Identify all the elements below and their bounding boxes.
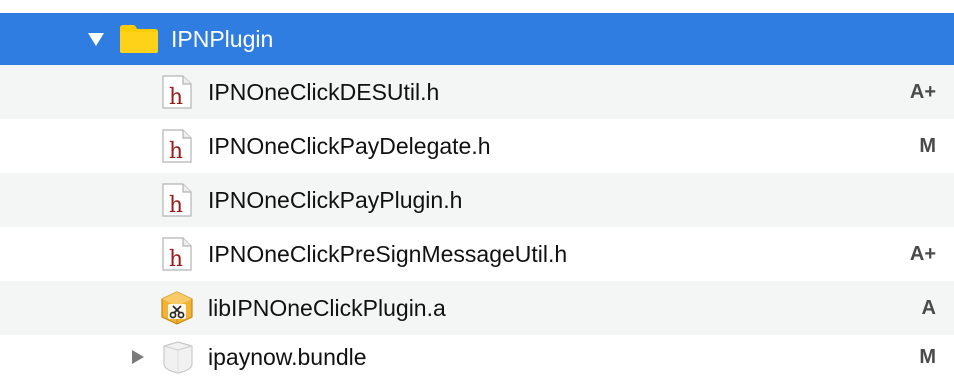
svg-text:h: h [169, 247, 183, 271]
folder-icon [119, 23, 159, 55]
scm-status-badge: M [919, 345, 936, 368]
file-row[interactable]: h IPNOneClickPayPlugin.h [0, 173, 954, 227]
svg-text:h: h [169, 139, 183, 163]
header-file-icon: h [160, 74, 194, 110]
disclosure-triangle-down-icon[interactable] [86, 29, 106, 49]
folder-row-ipnplugin[interactable]: IPNPlugin [0, 13, 954, 65]
scm-status-badge: A+ [909, 242, 936, 265]
file-row[interactable]: h IPNOneClickPayDelegate.h M [0, 119, 954, 173]
header-file-icon: h [160, 236, 194, 272]
bundle-row[interactable]: ipaynow.bundle M [0, 335, 954, 379]
project-navigator: IPNPlugin h IPNOneClickDESUtil.h A+ h IP… [0, 0, 954, 379]
header-file-icon: h [160, 128, 194, 164]
static-library-icon [159, 290, 195, 326]
folder-label: IPNPlugin [171, 26, 274, 52]
file-row[interactable]: h IPNOneClickPreSignMessageUtil.h A+ [0, 227, 954, 281]
scm-status-badge: A [921, 296, 936, 319]
scm-status-badge: M [919, 134, 936, 157]
bundle-icon [160, 339, 196, 375]
file-row[interactable]: libIPNOneClickPlugin.a A [0, 281, 954, 335]
file-row[interactable]: h IPNOneClickDESUtil.h A+ [0, 65, 954, 119]
file-label: libIPNOneClickPlugin.a [208, 295, 446, 321]
bundle-label: ipaynow.bundle [208, 344, 367, 370]
disclosure-triangle-right-icon[interactable] [128, 347, 148, 367]
file-label: IPNOneClickPreSignMessageUtil.h [208, 241, 568, 267]
file-label: IPNOneClickPayDelegate.h [208, 133, 491, 159]
svg-text:h: h [169, 193, 183, 217]
svg-text:h: h [169, 85, 183, 109]
file-label: IPNOneClickDESUtil.h [208, 79, 440, 105]
scm-status-badge: A+ [909, 80, 936, 103]
file-label: IPNOneClickPayPlugin.h [208, 187, 463, 213]
header-file-icon: h [160, 182, 194, 218]
